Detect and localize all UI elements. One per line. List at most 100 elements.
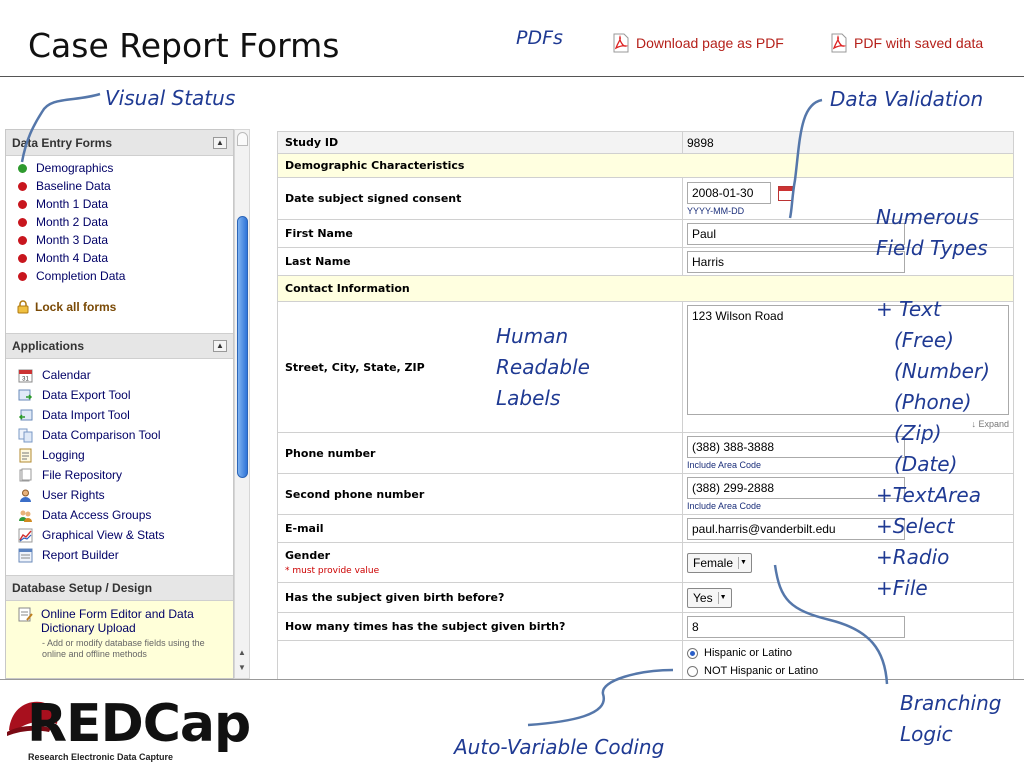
calendar-icon: 31 [18,369,33,382]
applications-header: Applications ▲ [6,333,233,359]
app-item-logging[interactable]: Logging [6,445,233,465]
app-item-label: Graphical View & Stats [42,528,165,542]
form-item-month2[interactable]: Month 2 Data [6,213,233,231]
database-setup-section: Online Form Editor and Data Dictionary U… [6,601,233,678]
pdf-icon [613,33,629,53]
pdf-saved-data-link[interactable]: PDF with saved data [829,33,983,53]
callout-line: Branching [900,691,1002,715]
callout-line: (Date) [894,452,958,476]
collapse-button[interactable]: ▲ [213,136,227,149]
online-form-editor-link[interactable]: Online Form Editor and Data Dictionary U… [6,601,233,635]
birth-before-label: Has the subject given birth before? [277,582,683,613]
human-readable-labels-callout: Human Readable Labels [496,321,590,414]
status-dot-icon [18,163,27,173]
status-dot-icon [18,235,27,245]
study-id-label: Study ID [277,131,683,154]
scroll-down-arrow-icon[interactable]: ▼ [235,663,249,676]
form-item-month1[interactable]: Month 1 Data [6,195,233,213]
status-dot-icon [18,199,27,209]
form-item-month3[interactable]: Month 3 Data [6,231,233,249]
chart-icon [18,528,33,542]
consent-date-input[interactable]: 2008-01-30 [687,181,771,204]
birth-before-select[interactable]: Yes ▼ [687,587,732,608]
logging-icon [19,448,32,462]
groups-icon [19,510,32,522]
radio-button[interactable] [687,647,698,659]
consent-date-label: Date subject signed consent [277,177,683,220]
app-item-label: Calendar [42,368,91,382]
pdf-saved-data-label: PDF with saved data [854,35,984,51]
second-phone-label: Second phone number [277,473,683,515]
form-item-label: Month 1 Data [36,197,109,211]
app-item-label: Report Builder [42,548,119,562]
status-dot-icon [18,271,27,281]
app-item-data-import[interactable]: Data Import Tool [6,405,233,425]
applications-list: 31 Calendar Data Export Tool Data Import… [6,359,233,565]
app-item-label: Data Comparison Tool [42,428,161,442]
birth-count-input[interactable]: 8 [687,615,905,638]
data-entry-forms-title: Data Entry Forms [12,135,113,150]
numerous-field-types-callout: Numerous Field Types [876,202,988,264]
app-item-file-repository[interactable]: File Repository [6,465,233,485]
download-page-pdf-link[interactable]: Download page as PDF [611,33,784,53]
pdf-icon [831,33,847,53]
study-id-value: 9898 [682,131,1014,154]
applications-title: Applications [12,339,85,353]
last-name-input[interactable]: Harris [687,250,905,273]
radio-not-hispanic[interactable]: NOT Hispanic or Latino [687,662,1009,680]
app-item-label: User Rights [42,488,105,502]
ethnicity-row: Hispanic or Latino NOT Hispanic or Latin… [277,640,1014,681]
form-item-label: Baseline Data [36,179,111,193]
form-item-demographics[interactable]: Demographics [6,159,233,177]
radio-button[interactable] [687,665,698,677]
callout-line: Logic [900,722,953,746]
form-item-label: Month 4 Data [36,251,109,265]
file-repository-icon [19,468,32,481]
last-name-label: Last Name [277,247,683,276]
scroll-up-arrow-icon[interactable]: ▲ [235,648,249,661]
form-item-label: Month 3 Data [36,233,109,247]
first-name-input[interactable]: Paul [687,222,905,245]
form-item-baseline[interactable]: Baseline Data [6,177,233,195]
app-item-data-export[interactable]: Data Export Tool [6,385,233,405]
form-item-month4[interactable]: Month 4 Data [6,249,233,267]
svg-text:31: 31 [22,376,29,382]
app-item-label: Logging [42,448,85,462]
auto-variable-coding-callout: Auto-Variable Coding [454,735,665,759]
birth-before-select-value: Yes [693,590,713,605]
export-icon [18,389,33,400]
app-item-user-rights[interactable]: User Rights [6,485,233,505]
app-item-data-comparison[interactable]: Data Comparison Tool [6,425,233,445]
app-item-report-builder[interactable]: Report Builder [6,545,233,565]
app-item-label: Data Import Tool [42,408,130,422]
gender-label: Gender [285,549,331,562]
database-setup-header: Database Setup / Design [6,575,233,601]
first-name-label: First Name [277,219,683,248]
gender-select[interactable]: Female ▼ [687,552,753,573]
app-item-graphical-view[interactable]: Graphical View & Stats [6,525,233,545]
redcap-logo: REDCap Research Electronic Data Capture [5,692,251,768]
required-note: * must provide value [285,566,380,576]
app-item-data-access-groups[interactable]: Data Access Groups [6,505,233,525]
lock-icon [17,300,29,314]
field-type-list-callout: + Text (Free) (Number) (Phone) (Zip) (Da… [876,294,990,604]
email-input[interactable]: paul.harris@vanderbilt.edu [687,517,905,540]
status-dot-icon [18,253,27,263]
callout-line: + Text [876,297,941,321]
second-phone-input[interactable]: (388) 299-2888 [687,477,905,499]
collapse-button[interactable]: ▲ [213,340,227,352]
radio-hispanic[interactable]: Hispanic or Latino [687,644,1009,662]
calendar-icon[interactable] [778,185,794,201]
sidebar-scrollbar[interactable]: ▲ ▼ [234,129,250,679]
callout-line: +Radio [876,545,950,569]
scrollbar-thumb[interactable] [237,216,248,478]
phone-input[interactable]: (388) 388-3888 [687,436,905,458]
form-item-label: Month 2 Data [36,215,109,229]
lock-all-forms-link[interactable]: Lock all forms [6,297,233,317]
study-id-row: Study ID 9898 [277,131,1014,154]
app-item-label: File Repository [42,468,123,482]
callout-line: Labels [496,386,561,410]
app-item-calendar[interactable]: 31 Calendar [6,365,233,385]
callout-line: Field Types [876,236,988,260]
form-item-completion[interactable]: Completion Data [6,267,233,285]
